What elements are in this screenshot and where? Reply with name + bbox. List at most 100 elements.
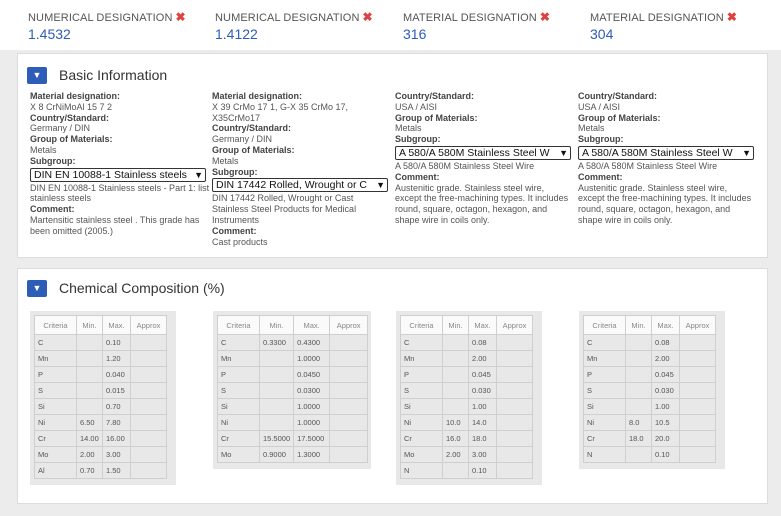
table-row: S 0.015 — [34, 382, 167, 399]
field-label: Group of Materials: — [578, 112, 661, 123]
table-cell: 10.5 — [651, 414, 680, 431]
table-cell: 0.030 — [468, 382, 497, 399]
subgroup-select[interactable]: DIN EN 10088-1 Stainless steels ▼ — [30, 167, 206, 182]
table-cell — [679, 382, 716, 399]
table-row: Cr 18.0 20.0 — [583, 430, 716, 447]
country-standard-value: Germany / DIN — [212, 134, 273, 145]
section-title: Basic Information — [59, 67, 168, 83]
table-cell — [130, 398, 167, 415]
table-cell: Cr — [400, 430, 443, 447]
field-label: Subgroup: — [212, 166, 258, 177]
table-cell — [442, 334, 469, 351]
remove-icon[interactable]: ✖ — [176, 10, 186, 24]
subgroup-select[interactable]: A 580/A 580M Stainless Steel W ▼ — [395, 145, 571, 160]
table-cell: 1.00 — [468, 398, 497, 415]
table-cell — [496, 350, 533, 367]
table-row: S 0.030 — [583, 382, 716, 399]
table-cell: Ni — [34, 414, 77, 431]
table-cell: P — [583, 366, 626, 383]
table-cell: Mo — [400, 446, 443, 463]
table-cell: Si — [34, 398, 77, 415]
table-cell: Ni — [583, 414, 626, 431]
column-header: Min. — [258, 315, 295, 335]
table-cell: 0.015 — [102, 382, 131, 399]
header-value: 1.4532 — [28, 26, 71, 42]
header-value: 1.4122 — [215, 26, 258, 42]
table-cell: C — [583, 334, 626, 351]
field-label: Comment: — [395, 171, 440, 182]
remove-icon[interactable]: ✖ — [540, 10, 550, 24]
table-cell: 0.0450 — [293, 366, 331, 383]
header-label: NUMERICAL DESIGNATION — [28, 12, 173, 24]
table-cell: 14.0 — [468, 414, 497, 431]
table-header-row: Criteria Min. Max. Approx — [34, 315, 167, 335]
column-header: Approx — [679, 315, 716, 335]
table-cell — [130, 430, 167, 447]
subgroup-select[interactable]: DIN 17442 Rolled, Wrought or C ▼ — [212, 178, 388, 193]
chevron-down-icon: ▼ — [559, 147, 568, 158]
composition-table: Criteria Min. Max. Approx C 0.08 Mn 2.00 P 0.045 S… — [400, 315, 533, 479]
table-row: Al 0.70 1.50 — [34, 462, 167, 479]
table-cell — [625, 446, 652, 463]
table-cell: 0.70 — [76, 462, 103, 479]
composition-table: Criteria Min. Max. Approx C 0.08 Mn 2.00 P 0.045 S… — [583, 315, 716, 463]
comment-value: Martensitic stainless steel . This grade… — [30, 214, 200, 236]
table-cell: 7.80 — [102, 414, 131, 431]
table-row: Cr 16.0 18.0 — [400, 430, 533, 447]
field-label: Group of Materials: — [395, 112, 478, 123]
table-cell — [329, 350, 369, 367]
table-row: Mn 2.00 — [400, 350, 533, 367]
table-row: Si 1.00 — [583, 398, 716, 415]
table-cell: 0.4300 — [293, 334, 331, 351]
header-col-1: NUMERICAL DESIGNATION ✖ 1.4532 — [28, 10, 186, 42]
table-cell — [329, 366, 369, 383]
table-cell: Cr — [583, 430, 626, 447]
header-label: MATERIAL DESIGNATION — [590, 12, 724, 24]
remove-icon[interactable]: ✖ — [363, 10, 373, 24]
table-cell: 17.5000 — [293, 430, 331, 447]
table-cell: P — [34, 366, 77, 383]
table-cell — [130, 334, 167, 351]
table-cell — [679, 414, 716, 431]
table-cell — [329, 414, 369, 431]
field-label: Country/Standard: — [578, 91, 658, 101]
table-cell: S — [217, 382, 260, 399]
remove-icon[interactable]: ✖ — [727, 10, 737, 24]
collapse-toggle-icon[interactable]: ▼ — [27, 279, 47, 297]
table-cell: 2.00 — [442, 446, 469, 463]
table-cell: Mn — [217, 350, 260, 367]
table-cell — [679, 350, 716, 367]
comment-value: Austenitic grade. Stainless steel wire, … — [395, 182, 569, 225]
table-cell — [76, 398, 103, 415]
table-row: S 0.030 — [400, 382, 533, 399]
table-row: Ni 6.50 7.80 — [34, 414, 167, 431]
field-label: Comment: — [30, 204, 75, 215]
field-label: Country/Standard: — [212, 123, 292, 134]
table-cell: S — [34, 382, 77, 399]
table-cell — [679, 398, 716, 415]
table-cell — [130, 382, 167, 399]
group-value: Metals — [30, 144, 57, 155]
table-cell: 10.0 — [442, 414, 469, 431]
table-cell — [679, 366, 716, 383]
field-label: Material designation: — [212, 91, 303, 101]
column-header: Max. — [651, 315, 680, 335]
field-label: Comment: — [578, 171, 623, 182]
table-cell: 8.0 — [625, 414, 652, 431]
table-row: Mn 2.00 — [583, 350, 716, 367]
material-column-3: Country/Standard: USA / AISI Group of Ma… — [395, 91, 571, 226]
table-cell — [76, 334, 103, 351]
section-title: Chemical Composition (%) — [59, 280, 225, 296]
subgroup-select[interactable]: A 580/A 580M Stainless Steel W ▼ — [578, 145, 754, 160]
group-value: Metals — [395, 123, 422, 134]
table-cell — [496, 334, 533, 351]
collapse-toggle-icon[interactable]: ▼ — [27, 66, 47, 84]
subgroup-description: DIN EN 10088-1 Stainless steels - Part 1… — [30, 182, 220, 204]
table-header-row: Criteria Min. Max. Approx — [583, 315, 716, 335]
table-cell — [496, 430, 533, 447]
column-header: Min. — [625, 315, 652, 335]
table-row: Mo 2.00 3.00 — [400, 446, 533, 463]
field-label: Group of Materials: — [212, 144, 295, 155]
table-cell — [625, 382, 652, 399]
header-label: MATERIAL DESIGNATION — [403, 12, 537, 24]
